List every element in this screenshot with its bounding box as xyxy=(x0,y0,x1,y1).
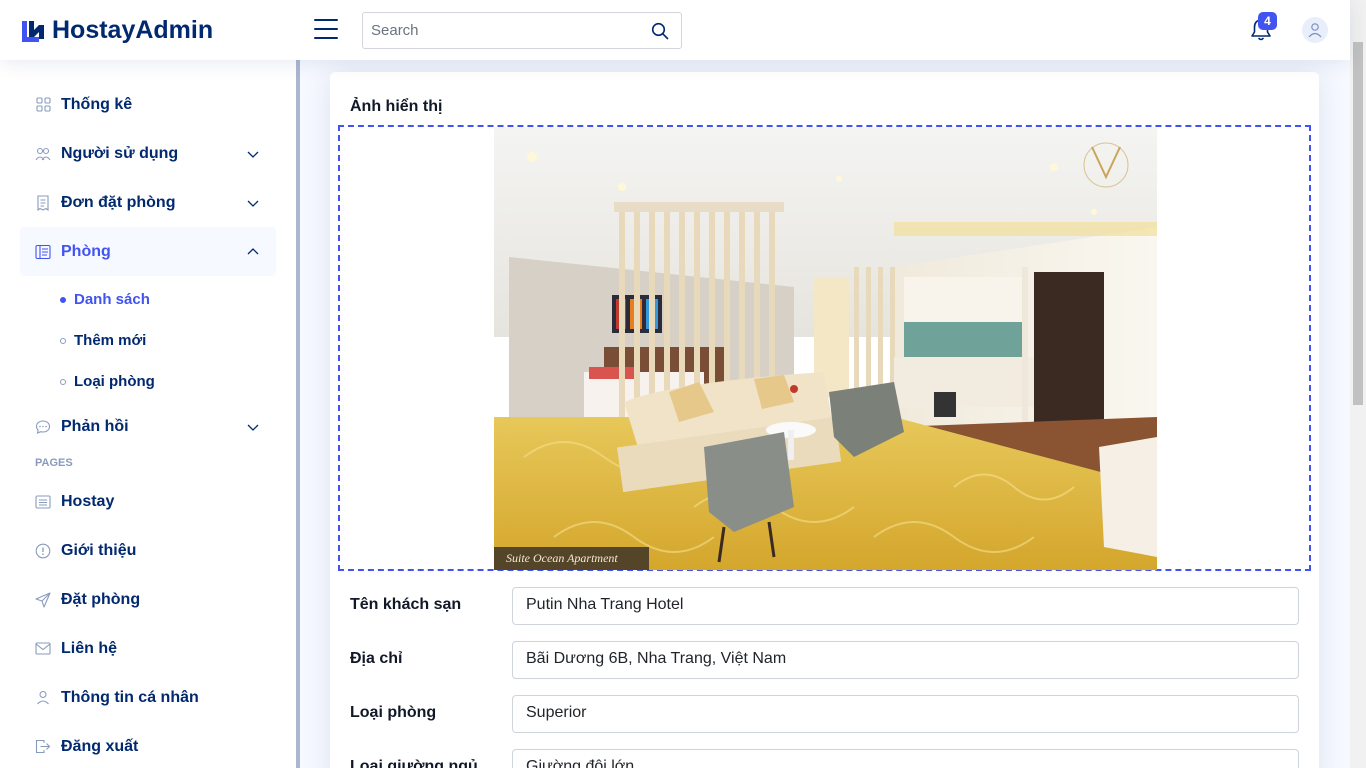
submenu-item-room-list[interactable]: Danh sách xyxy=(20,279,276,320)
submenu-item-label: Danh sách xyxy=(74,291,150,308)
sidebar-item-label: Giới thiệu xyxy=(61,541,137,559)
bullet-icon xyxy=(60,337,66,344)
sidebar-item-label: Người sử dụng xyxy=(61,144,179,162)
sidebar-item-statistics[interactable]: Thống kê xyxy=(20,80,276,129)
sidebar-item-label: Thông tin cá nhân xyxy=(61,688,199,706)
grid-icon xyxy=(35,97,51,113)
room-detail-card: Ảnh hiển thị Suite Ocean Apartment Tên k… xyxy=(330,72,1319,768)
address-field[interactable]: Bãi Dương 6B, Nha Trang, Việt Nam xyxy=(512,641,1299,679)
search-bar xyxy=(362,12,682,49)
field-row-hotel-name: Tên khách sạn Putin Nha Trang Hotel xyxy=(350,587,1299,625)
hotel-name-field[interactable]: Putin Nha Trang Hotel xyxy=(512,587,1299,625)
chevron-down-icon xyxy=(247,151,259,158)
field-row-bed-type: Loại giường ngủ Giường đôi lớn xyxy=(350,749,1299,768)
submenu-item-label: Thêm mới xyxy=(74,332,147,349)
top-header: HostayAdmin 4 xyxy=(0,0,1350,60)
page-scrollbar[interactable] xyxy=(1350,0,1366,768)
sidebar-item-profile[interactable]: Thông tin cá nhân xyxy=(20,673,276,722)
room-photo: Suite Ocean Apartment xyxy=(494,127,1157,570)
image-dropzone[interactable]: Suite Ocean Apartment xyxy=(338,125,1311,571)
sidebar-item-label: Đặt phòng xyxy=(61,590,141,608)
sidebar-section-heading: PAGES xyxy=(35,457,73,469)
chevron-up-icon xyxy=(247,248,259,255)
receipt-icon xyxy=(35,194,51,211)
room-photo-illustration xyxy=(494,127,1157,570)
scrollbar-thumb[interactable] xyxy=(1353,42,1363,405)
search-icon[interactable] xyxy=(651,22,669,40)
user-avatar[interactable] xyxy=(1302,17,1328,43)
sidebar-item-bookings[interactable]: Đơn đặt phòng xyxy=(20,178,276,227)
bed-type-field[interactable]: Giường đôi lớn xyxy=(512,749,1299,768)
sidebar-item-label: Đăng xuất xyxy=(61,737,139,755)
person-icon xyxy=(35,690,51,706)
image-section-title: Ảnh hiển thị xyxy=(350,98,443,115)
sidebar-item-book-room[interactable]: Đặt phòng xyxy=(20,575,276,624)
bed-type-label: Loại giường ngủ xyxy=(350,758,478,768)
room-type-label: Loại phòng xyxy=(350,704,437,721)
chevron-down-icon xyxy=(247,424,259,431)
submenu-item-label: Loại phòng xyxy=(74,373,155,390)
logo-icon xyxy=(22,20,44,42)
address-label: Địa chỉ xyxy=(350,650,403,667)
sidebar-item-hostay[interactable]: Hostay xyxy=(20,477,276,526)
sidebar-item-feedback[interactable]: Phản hồi xyxy=(20,402,276,451)
sidebar-item-label: Liên hệ xyxy=(61,639,118,657)
field-row-address: Địa chỉ Bãi Dương 6B, Nha Trang, Việt Na… xyxy=(350,641,1299,679)
sidebar-item-label: Hostay xyxy=(61,492,115,510)
card-list-icon xyxy=(35,494,51,510)
sidebar: Thống kê Người sử dụng Đơn đặt phòng Phò… xyxy=(0,60,300,768)
bullet-icon xyxy=(60,378,66,385)
submenu-item-room-types[interactable]: Loại phòng xyxy=(20,361,276,402)
box-arrow-right-icon xyxy=(35,739,51,755)
sidebar-item-label: Thống kê xyxy=(61,95,133,113)
sidebar-item-about[interactable]: Giới thiệu xyxy=(20,526,276,575)
sidebar-toggle-button[interactable] xyxy=(314,19,338,41)
hotel-name-label: Tên khách sạn xyxy=(350,596,462,613)
field-row-room-type: Loại phòng Superior xyxy=(350,695,1299,733)
bullet-icon xyxy=(60,296,66,303)
chat-icon xyxy=(35,419,51,435)
notification-badge: 4 xyxy=(1258,12,1277,30)
sidebar-item-users[interactable]: Người sử dụng xyxy=(20,129,276,178)
info-circle-icon xyxy=(35,543,51,559)
sidebar-item-label: Phản hồi xyxy=(61,417,129,435)
sidebar-item-rooms[interactable]: Phòng xyxy=(20,227,276,276)
envelope-icon xyxy=(35,641,51,657)
user-icon xyxy=(1308,23,1322,38)
room-type-field[interactable]: Superior xyxy=(512,695,1299,733)
layout-text-icon xyxy=(35,244,51,260)
photo-caption: Suite Ocean Apartment xyxy=(506,551,618,565)
chevron-down-icon xyxy=(247,200,259,207)
sidebar-item-label: Phòng xyxy=(61,242,111,260)
sidebar-item-label: Đơn đặt phòng xyxy=(61,193,176,211)
sidebar-item-contact[interactable]: Liên hệ xyxy=(20,624,276,673)
brand-name: HostayAdmin xyxy=(52,16,214,44)
people-icon xyxy=(35,146,51,162)
search-input[interactable] xyxy=(363,13,633,48)
submenu-item-add-room[interactable]: Thêm mới xyxy=(20,320,276,361)
brand-logo[interactable]: HostayAdmin xyxy=(20,16,213,45)
send-icon xyxy=(35,591,51,608)
sidebar-item-logout[interactable]: Đăng xuất xyxy=(20,722,276,768)
